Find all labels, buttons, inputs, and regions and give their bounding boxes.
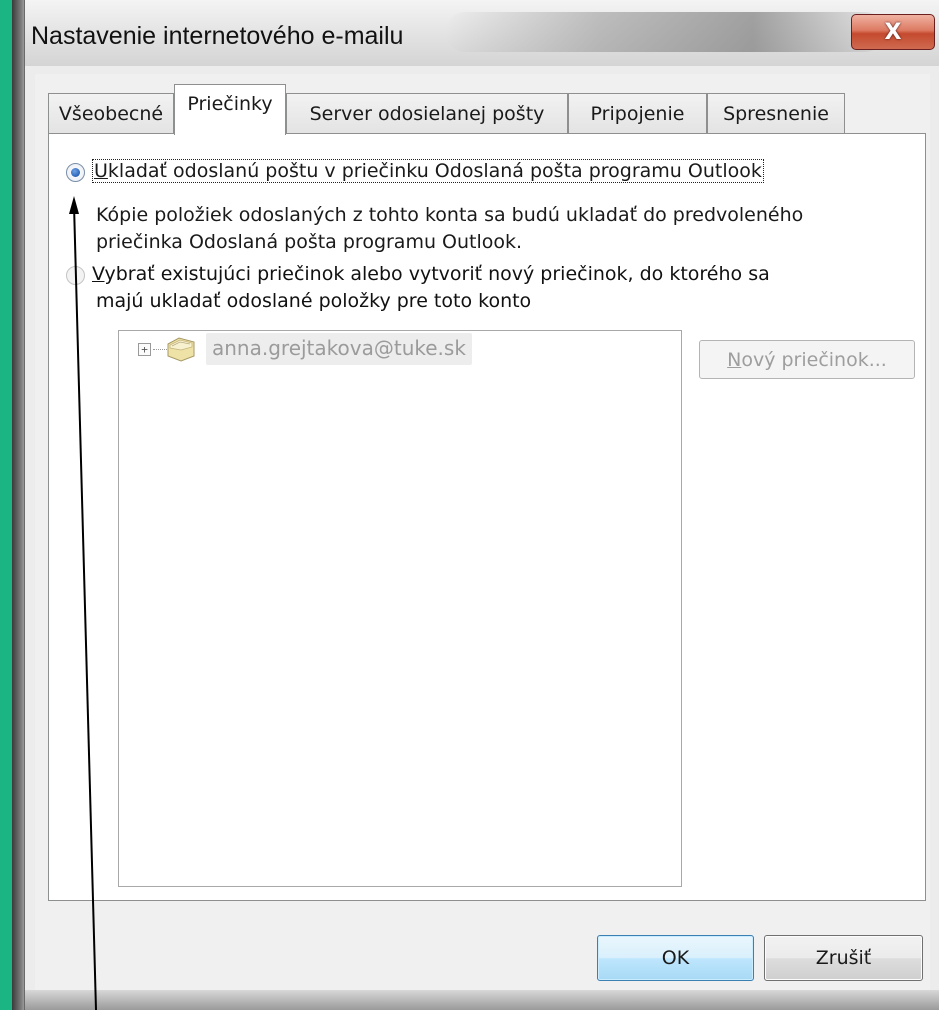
dialog-client-area: Všeobecné Priečinky Server odosielanej p… xyxy=(35,74,930,1004)
radio-save-default[interactable] xyxy=(66,163,85,182)
option-choose-folder-text: ybrať existujúci priečinok alebo vytvori… xyxy=(104,263,770,285)
access-key-n: N xyxy=(727,348,742,371)
window-title: Nastavenie internetového e-mailu xyxy=(31,22,404,50)
close-button[interactable]: X xyxy=(851,14,935,50)
tree-item-account[interactable]: anna.grejtakova@tuke.sk xyxy=(206,333,472,365)
option-choose-folder-label-line2: majú ukladať odoslané položky pre toto k… xyxy=(96,290,532,312)
side-accent-band xyxy=(0,0,12,1010)
ok-button[interactable]: OK xyxy=(597,935,754,981)
option-choose-folder-label-line1[interactable]: Vybrať existujúci priečinok alebo vytvor… xyxy=(92,261,770,288)
option-save-default-text: kladať odoslanú poštu v priečinku Odosla… xyxy=(107,160,762,182)
title-bar[interactable]: Nastavenie internetového e-mailu X xyxy=(25,0,939,66)
cancel-button[interactable]: Zrušiť xyxy=(764,935,923,981)
option-save-default-label[interactable]: Ukladať odoslanú poštu v priečinku Odosl… xyxy=(92,158,764,185)
radio-choose-folder[interactable] xyxy=(66,266,85,285)
folder-tree[interactable]: + anna.grejtakova@tuke.sk xyxy=(118,330,682,887)
new-folder-button-label: ový priečinok... xyxy=(741,348,887,371)
tab-spresnenie[interactable]: Spresnenie xyxy=(707,93,845,134)
settings-dialog: Nastavenie internetového e-mailu X Všeob… xyxy=(24,0,939,1010)
tab-vseobecne[interactable]: Všeobecné xyxy=(48,93,174,134)
close-icon: X xyxy=(884,19,902,45)
tab-pripojenie[interactable]: Pripojenie xyxy=(568,93,707,134)
access-key-u: U xyxy=(94,160,108,182)
new-folder-button[interactable]: Nový priečinok... xyxy=(699,340,915,379)
focus-rectangle: Ukladať odoslanú poštu v priečinku Odosl… xyxy=(92,159,764,183)
window-bottom-edge xyxy=(25,990,939,1010)
access-key-v: V xyxy=(92,263,105,285)
option-save-default-description-line2: priečinka Odoslaná pošta programu Outloo… xyxy=(96,231,523,253)
tab-priecinky[interactable]: Priečinky xyxy=(174,84,286,135)
mail-folder-icon xyxy=(167,337,195,362)
option-save-default-description-line1: Kópie položiek odoslaných z tohto konta … xyxy=(96,204,804,226)
tab-panel-priecinky: Ukladať odoslanú poštu v priečinku Odosl… xyxy=(48,133,926,901)
tab-server-odosielanej-posty[interactable]: Server odosielanej pošty xyxy=(286,93,568,134)
tree-expand-icon[interactable]: + xyxy=(138,343,151,356)
